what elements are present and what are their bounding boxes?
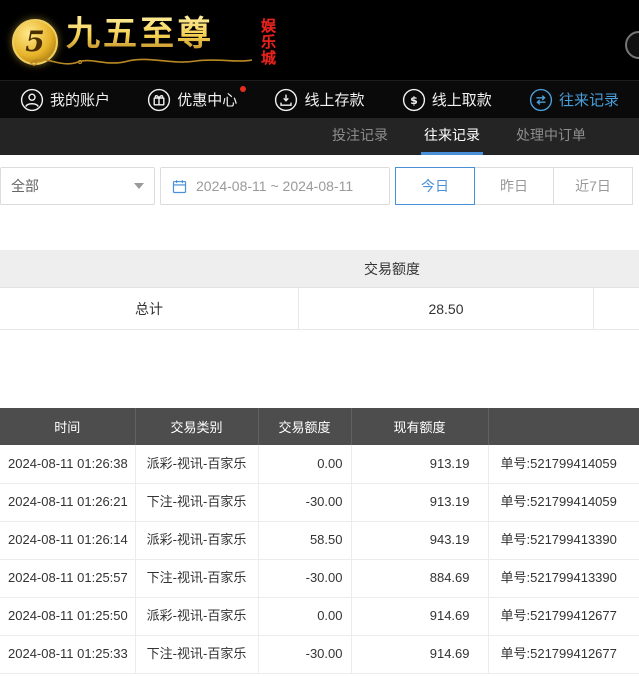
date-range-picker[interactable]: 2024-08-11 ~ 2024-08-11 [160, 167, 390, 205]
nav-item-label: 往来记录 [559, 89, 619, 110]
cell-amount: -30.00 [258, 635, 351, 673]
cell-amount: -30.00 [258, 483, 351, 521]
main-nav: 我的账户 优惠中心 线上存款 $ 线上取款 [0, 80, 639, 118]
withdraw-icon: $ [402, 88, 426, 112]
cell-time: 2024-08-11 01:26:38 [0, 445, 135, 483]
gold-flourish-icon [26, 55, 256, 69]
cell-balance: 913.19 [351, 483, 488, 521]
cell-type: 下注-视讯-百家乐 [135, 559, 258, 597]
col-type: 交易类别 [135, 408, 258, 445]
cell-time: 2024-08-11 01:25:57 [0, 559, 135, 597]
calendar-icon [171, 178, 188, 195]
cell-time: 2024-08-11 01:25:33 [0, 635, 135, 673]
cell-balance: 913.19 [351, 445, 488, 483]
summary-header-row: 交易额度 [0, 250, 639, 288]
notification-dot [240, 86, 246, 92]
col-balance: 现有额度 [351, 408, 488, 445]
nav-item-promotions[interactable]: 优惠中心 [147, 88, 237, 112]
category-select[interactable]: 全部 [0, 167, 155, 205]
cell-balance: 943.19 [351, 521, 488, 559]
brand-title: 九五至尊 [66, 11, 256, 57]
nav-item-label: 优惠中心 [177, 89, 237, 110]
table-row: 2024-08-11 01:25:57 下注-视讯-百家乐 -30.00 884… [0, 559, 639, 597]
brand-logo[interactable]: 5 九五至尊 娱乐城 [0, 11, 278, 69]
summary-total-value: 28.50 [298, 288, 594, 329]
col-note [488, 408, 639, 445]
cell-type: 下注-视讯-百家乐 [135, 635, 258, 673]
today-button[interactable]: 今日 [395, 167, 475, 205]
brand-badge: 娱乐城 [261, 19, 278, 67]
site-header: 5 九五至尊 娱乐城 [0, 0, 639, 80]
cell-note: 单号:521799413390 [488, 559, 639, 597]
col-amount: 交易额度 [258, 408, 351, 445]
tab-processing-orders[interactable]: 处理中订单 [513, 118, 589, 155]
summary-total-label: 总计 [0, 288, 298, 329]
nav-item-deposit[interactable]: 线上存款 [274, 88, 364, 112]
cell-time: 2024-08-11 01:26:21 [0, 483, 135, 521]
col-time: 时间 [0, 408, 135, 445]
transfer-records-icon [529, 88, 553, 112]
record-subtabs: 投注记录 往来记录 处理中订单 [0, 118, 639, 155]
nav-item-withdraw[interactable]: $ 线上取款 [402, 88, 492, 112]
filter-bar: 全部 2024-08-11 ~ 2024-08-11 今日 昨日 近7日 [0, 155, 639, 217]
cell-note: 单号:521799412677 [488, 597, 639, 635]
nav-item-label: 线上存款 [304, 89, 364, 110]
nav-item-transaction-records[interactable]: 往来记录 [529, 88, 619, 112]
transactions-body: 2024-08-11 01:26:38 派彩-视讯-百家乐 0.00 913.1… [0, 445, 639, 673]
cell-amount: 0.00 [258, 597, 351, 635]
summary-total-row: 总计 28.50 [0, 288, 639, 330]
yesterday-button[interactable]: 昨日 [474, 167, 554, 205]
cell-note: 单号:521799413390 [488, 521, 639, 559]
transactions-header: 时间 交易类别 交易额度 现有额度 [0, 408, 639, 445]
cell-type: 派彩-视讯-百家乐 [135, 597, 258, 635]
cell-time: 2024-08-11 01:26:14 [0, 521, 135, 559]
nav-item-label: 线上取款 [432, 89, 492, 110]
cell-type: 派彩-视讯-百家乐 [135, 445, 258, 483]
date-range-value: 2024-08-11 ~ 2024-08-11 [196, 178, 353, 194]
quick-date-buttons: 今日 昨日 近7日 [395, 167, 633, 205]
category-select-value: 全部 [11, 176, 39, 196]
cell-note: 单号:521799414059 [488, 445, 639, 483]
user-icon [20, 88, 44, 112]
floating-widget[interactable] [625, 31, 639, 59]
nav-item-label: 我的账户 [50, 89, 110, 110]
cell-amount: 0.00 [258, 445, 351, 483]
summary-table: 交易额度 总计 28.50 [0, 250, 639, 330]
cell-amount: 58.50 [258, 521, 351, 559]
cell-type: 派彩-视讯-百家乐 [135, 521, 258, 559]
nav-item-my-account[interactable]: 我的账户 [20, 88, 110, 112]
gift-icon [147, 88, 171, 112]
cell-type: 下注-视讯-百家乐 [135, 483, 258, 521]
table-row: 2024-08-11 01:25:33 下注-视讯-百家乐 -30.00 914… [0, 635, 639, 673]
table-row: 2024-08-11 01:26:21 下注-视讯-百家乐 -30.00 913… [0, 483, 639, 521]
brand-text-block: 九五至尊 [66, 11, 256, 69]
deposit-icon [274, 88, 298, 112]
tab-transaction-records[interactable]: 往来记录 [421, 118, 483, 155]
cell-note: 单号:521799412677 [488, 635, 639, 673]
last7days-button[interactable]: 近7日 [553, 167, 633, 205]
chevron-down-icon [134, 183, 144, 189]
brand-emblem-symbol: 5 [25, 28, 44, 56]
cell-balance: 884.69 [351, 559, 488, 597]
table-row: 2024-08-11 01:26:14 派彩-视讯-百家乐 58.50 943.… [0, 521, 639, 559]
summary-header-label: 交易额度 [190, 250, 594, 288]
cell-note: 单号:521799414059 [488, 483, 639, 521]
cell-time: 2024-08-11 01:25:50 [0, 597, 135, 635]
cell-amount: -30.00 [258, 559, 351, 597]
transactions-table: 时间 交易类别 交易额度 现有额度 2024-08-11 01:26:38 派彩… [0, 408, 639, 674]
cell-balance: 914.69 [351, 635, 488, 673]
table-row: 2024-08-11 01:25:50 派彩-视讯-百家乐 0.00 914.6… [0, 597, 639, 635]
cell-balance: 914.69 [351, 597, 488, 635]
table-row: 2024-08-11 01:26:38 派彩-视讯-百家乐 0.00 913.1… [0, 445, 639, 483]
tab-betting-records[interactable]: 投注记录 [329, 118, 391, 155]
svg-text:$: $ [410, 94, 418, 107]
